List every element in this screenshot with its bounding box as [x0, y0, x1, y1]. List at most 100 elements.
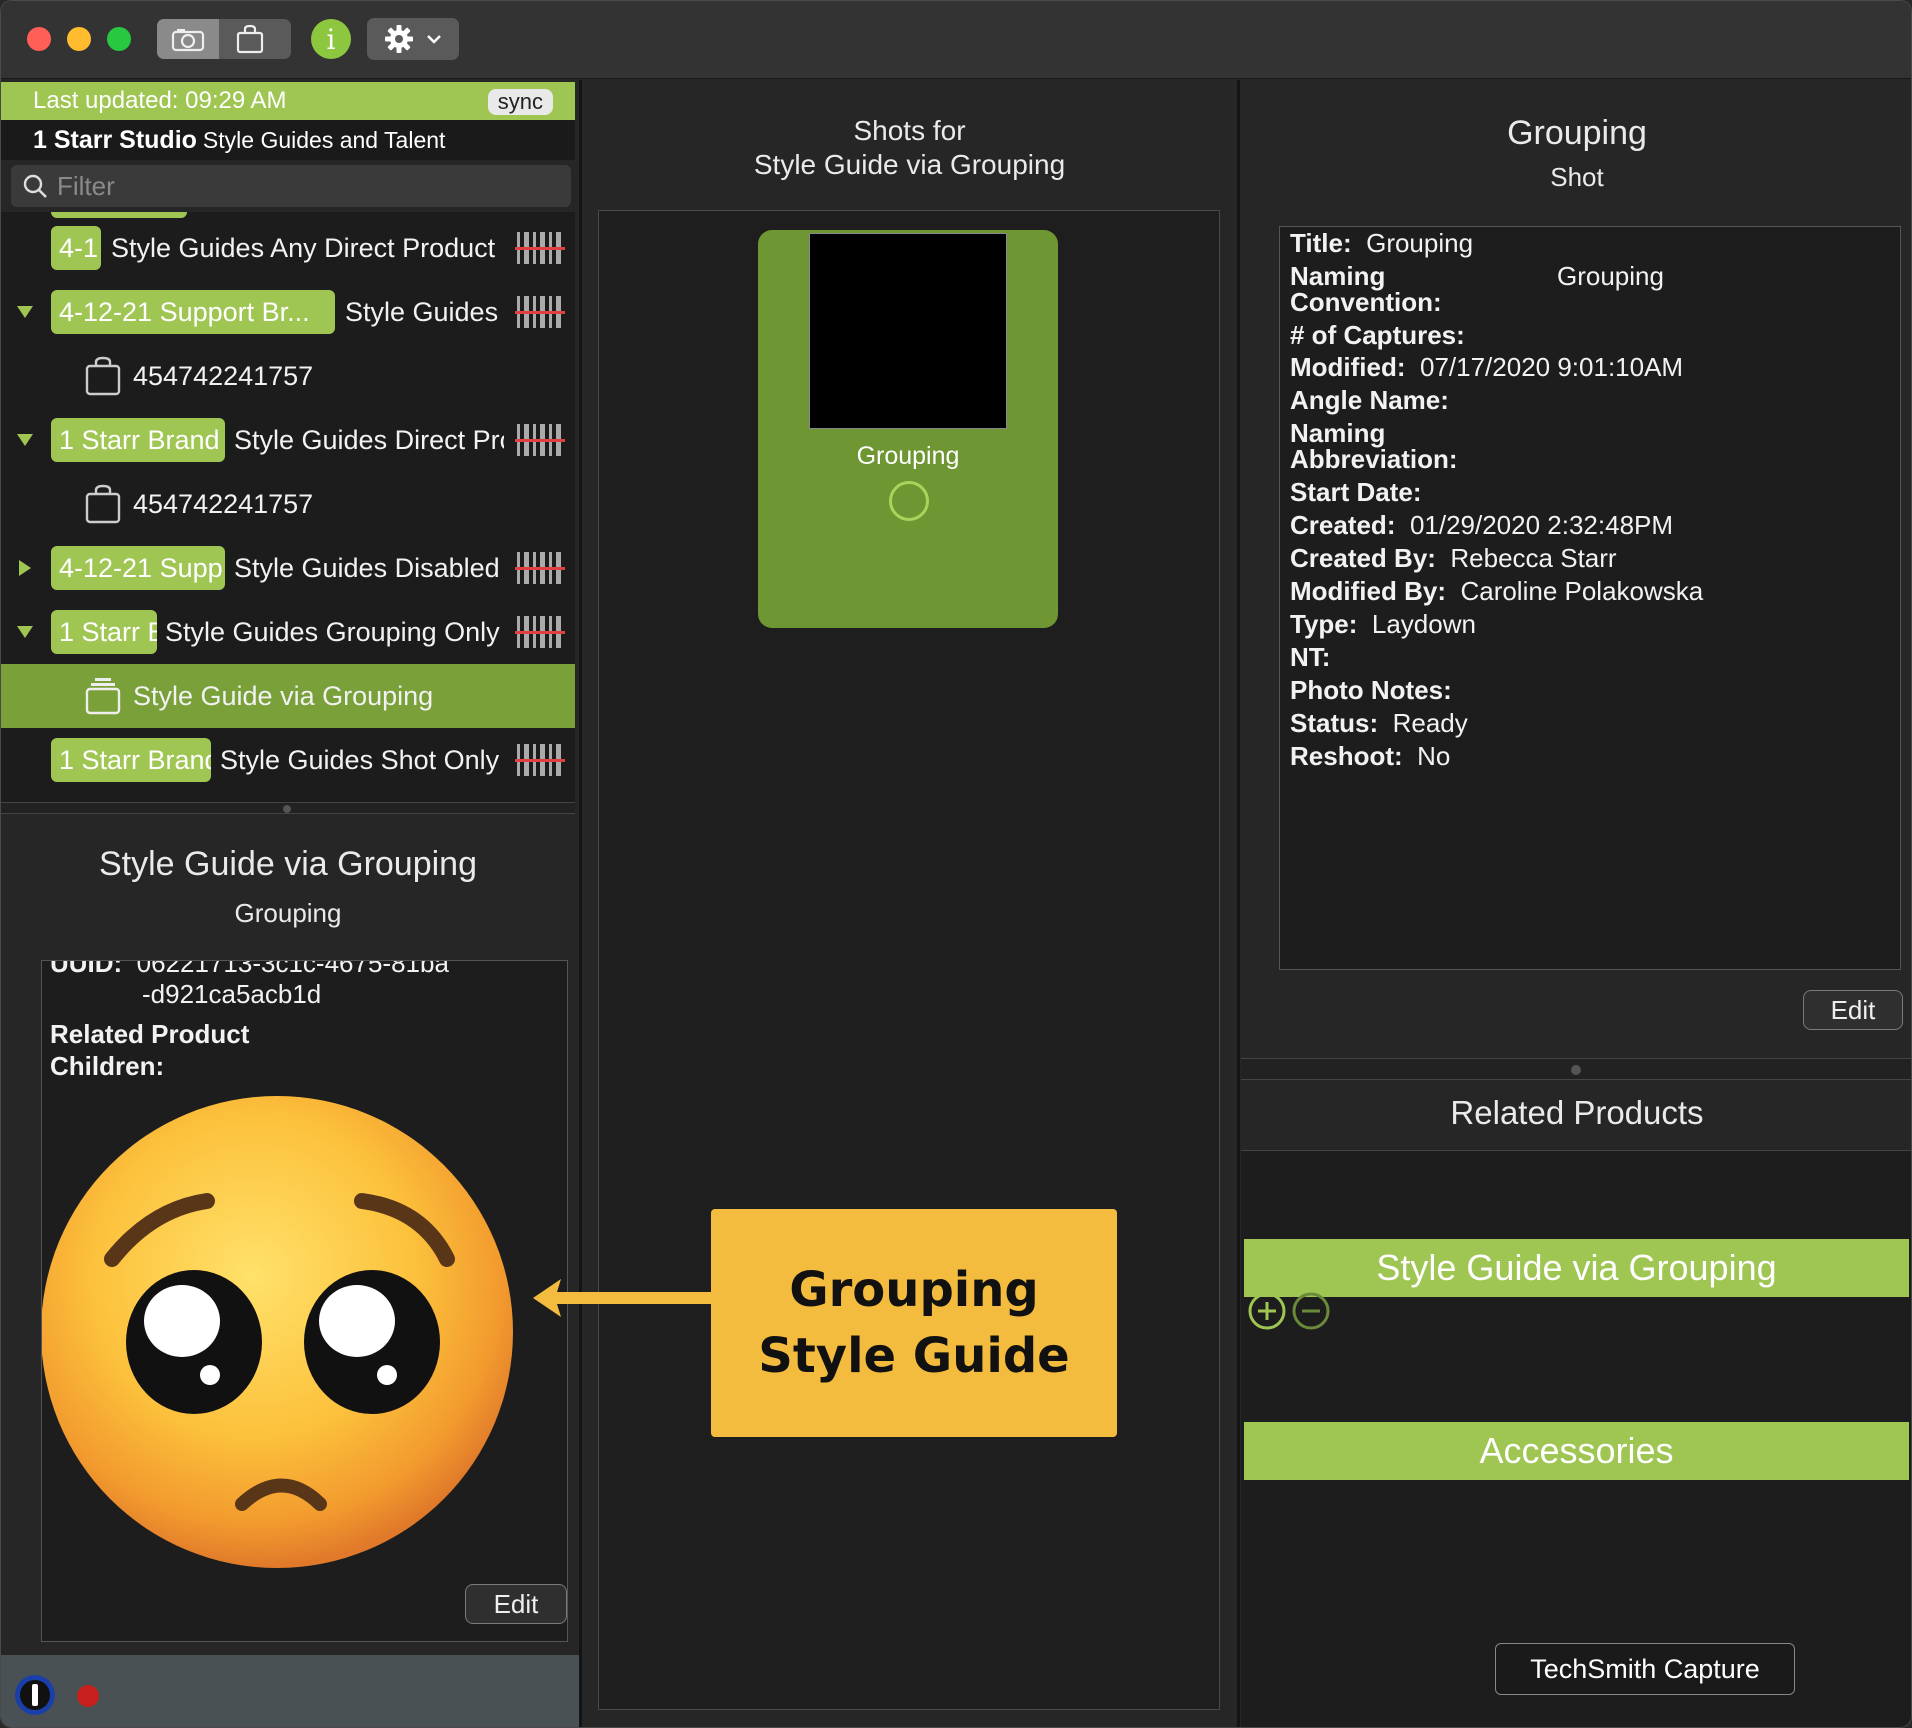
style-guide-detail-box: UUID: 06221713-3c1c-4675-81ba -d921ca5ac…	[41, 960, 568, 1642]
pleading-face-image	[42, 1096, 513, 1568]
tree-row-pill: 4-1	[51, 226, 101, 270]
status-bar	[1, 1655, 579, 1727]
disclosure-triangle-closed-icon[interactable]	[15, 558, 35, 578]
split-view-handle[interactable]	[1, 802, 575, 814]
disclosure-triangle-open-icon[interactable]	[15, 622, 35, 642]
disclosure-triangle-open-icon[interactable]	[15, 430, 35, 450]
related-children-label-2: Children:	[50, 1051, 165, 1081]
tree-row-label: Style Guides Grouping Only	[165, 616, 500, 647]
field-value: 01/29/2020 2:32:48PM	[1409, 510, 1674, 540]
split-view-handle[interactable]	[1241, 1058, 1911, 1080]
close-window-button[interactable]	[27, 27, 51, 51]
field-label: Abbreviation:	[1290, 444, 1458, 474]
sync-button[interactable]: sync	[487, 89, 553, 115]
shot-label: Grouping	[856, 442, 960, 470]
style-guide-item: Style Guide via Grouping	[85, 677, 433, 715]
sidebar-panel: Last updated: 09:29 AM sync 1 Starr Stud…	[1, 80, 579, 1727]
related-product-item[interactable]: Style Guide via Grouping	[1244, 1239, 1909, 1297]
shots-title: Shots for Style Guide via Grouping	[582, 114, 1237, 182]
tooltip: TechSmith Capture	[1495, 1643, 1795, 1695]
pane-divider[interactable]	[1237, 80, 1240, 1727]
tree-row[interactable]: 1 Starr E Style Guides Grouping Only	[1, 600, 575, 664]
edit-shot-button[interactable]: Edit	[1803, 990, 1903, 1030]
product-upc: 454742241757	[133, 360, 314, 391]
remove-icon[interactable]	[1291, 1291, 1331, 1331]
shot-detail-title: Grouping	[1507, 114, 1647, 152]
field-label: Type:	[1290, 609, 1358, 639]
shots-title-line2: Style Guide via Grouping	[753, 149, 1066, 180]
tree-row-selected[interactable]: Style Guide via Grouping	[1, 664, 575, 728]
naming-convention-label-2: Convention:	[1290, 286, 1442, 318]
related-product-category[interactable]: Accessories	[1244, 1422, 1909, 1480]
field-value: Ready	[1392, 708, 1468, 738]
record-indicator-icon[interactable]	[77, 1685, 99, 1707]
settings-menu-button[interactable]	[367, 18, 459, 60]
barcode-icon	[515, 232, 565, 264]
start-date-field: Start Date:	[1290, 476, 1421, 508]
tree-row-label: Style Guides Shot Only	[220, 744, 500, 775]
barcode-icon	[515, 744, 565, 776]
gear-icon	[385, 25, 413, 53]
shots-title-line1: Shots for	[853, 115, 966, 146]
tree-row[interactable]: 4-1 Style Guides Any Direct Product	[1, 216, 575, 280]
tree-row[interactable]: 4-12-21 Support Br... Style Guides	[1, 280, 575, 344]
filter-placeholder: Filter	[57, 170, 115, 201]
detail-title: Style Guide via Grouping	[99, 845, 477, 883]
photo-notes-field: Photo Notes:	[1290, 674, 1452, 706]
shot-fields-box: Title: Grouping Naming Grouping Conventi…	[1279, 226, 1901, 970]
barcode-icon	[515, 616, 565, 648]
naming-abbreviation-label-2: Abbreviation:	[1290, 443, 1458, 475]
shot-detail-subtitle: Shot	[1550, 162, 1604, 192]
tree-row-pill: 1 Starr E	[51, 610, 157, 654]
tree-row-label: Style Guides Any Direct Product	[111, 232, 496, 263]
product-item: 454742241757	[85, 356, 313, 396]
tree-row-label: Style Guides Disabled	[234, 552, 500, 583]
tree-row-pill: 1 Starr Brand	[51, 418, 225, 462]
product-view-button[interactable]	[219, 19, 281, 59]
studio-name: 1 Starr Studio	[33, 125, 197, 154]
studio-description: Style Guides and Talent	[202, 126, 446, 153]
filter-input[interactable]: Filter	[11, 165, 571, 207]
view-segmented-control	[157, 19, 291, 59]
field-value: Laydown	[1371, 609, 1476, 639]
zoom-window-button[interactable]	[107, 27, 131, 51]
add-remove-controls	[1247, 1291, 1331, 1331]
app-window: i Last updated: 09:29 AM sync 1 Starr St…	[0, 0, 1912, 1728]
tree-row[interactable]: 454742241757	[1, 344, 575, 408]
angle-name-field: Angle Name:	[1290, 384, 1449, 416]
field-label: Created:	[1290, 510, 1396, 540]
last-updated-text: Last updated: 09:29 AM	[33, 87, 287, 114]
studio-header: 1 Starr Studio Style Guides and Talent	[1, 120, 575, 160]
bag-icon	[85, 484, 121, 524]
disclosure-triangle-open-icon[interactable]	[15, 302, 35, 322]
info-button[interactable]: i	[311, 19, 351, 59]
field-label: Photo Notes:	[1290, 675, 1452, 705]
bag-icon	[85, 356, 121, 396]
field-value: No	[1417, 741, 1451, 771]
last-updated-bar: Last updated: 09:29 AM sync	[1, 82, 575, 120]
tree-row-pill: 4-12-21 Supp	[51, 546, 225, 590]
shot-card[interactable]: Grouping	[758, 230, 1058, 628]
tree-row[interactable]: 1 Starr Brand Style Guides Shot Only	[1, 728, 575, 792]
uuid-value-cont: -d921ca5acb1d	[142, 979, 322, 1009]
barcode-icon	[515, 296, 565, 328]
field-label: Convention:	[1290, 287, 1442, 317]
edit-style-guide-button[interactable]: Edit	[465, 1584, 567, 1624]
tree-row[interactable]: 1 Starr Brand Style Guides Direct Pro	[1, 408, 575, 472]
1password-icon[interactable]	[13, 1673, 57, 1717]
field-label: Status:	[1290, 708, 1379, 738]
field-label: Reshoot:	[1290, 741, 1403, 771]
tree-row[interactable]: 454742241757	[1, 472, 575, 536]
toolbar: i	[1, 1, 1911, 79]
camera-view-button[interactable]	[157, 19, 219, 59]
field-label: Start Date:	[1290, 477, 1422, 507]
product-item: 454742241757	[85, 484, 313, 524]
stack-icon	[85, 678, 121, 715]
field-value: Rebecca Starr	[1450, 543, 1617, 573]
minimize-window-button[interactable]	[67, 27, 91, 51]
nt-field: NT:	[1290, 641, 1330, 673]
tree-row[interactable]: 4-12-21 Supp Style Guides Disabled	[1, 536, 575, 600]
barcode-icon	[515, 552, 565, 584]
shot-status-circle-icon	[889, 481, 929, 521]
add-icon[interactable]	[1247, 1291, 1287, 1331]
